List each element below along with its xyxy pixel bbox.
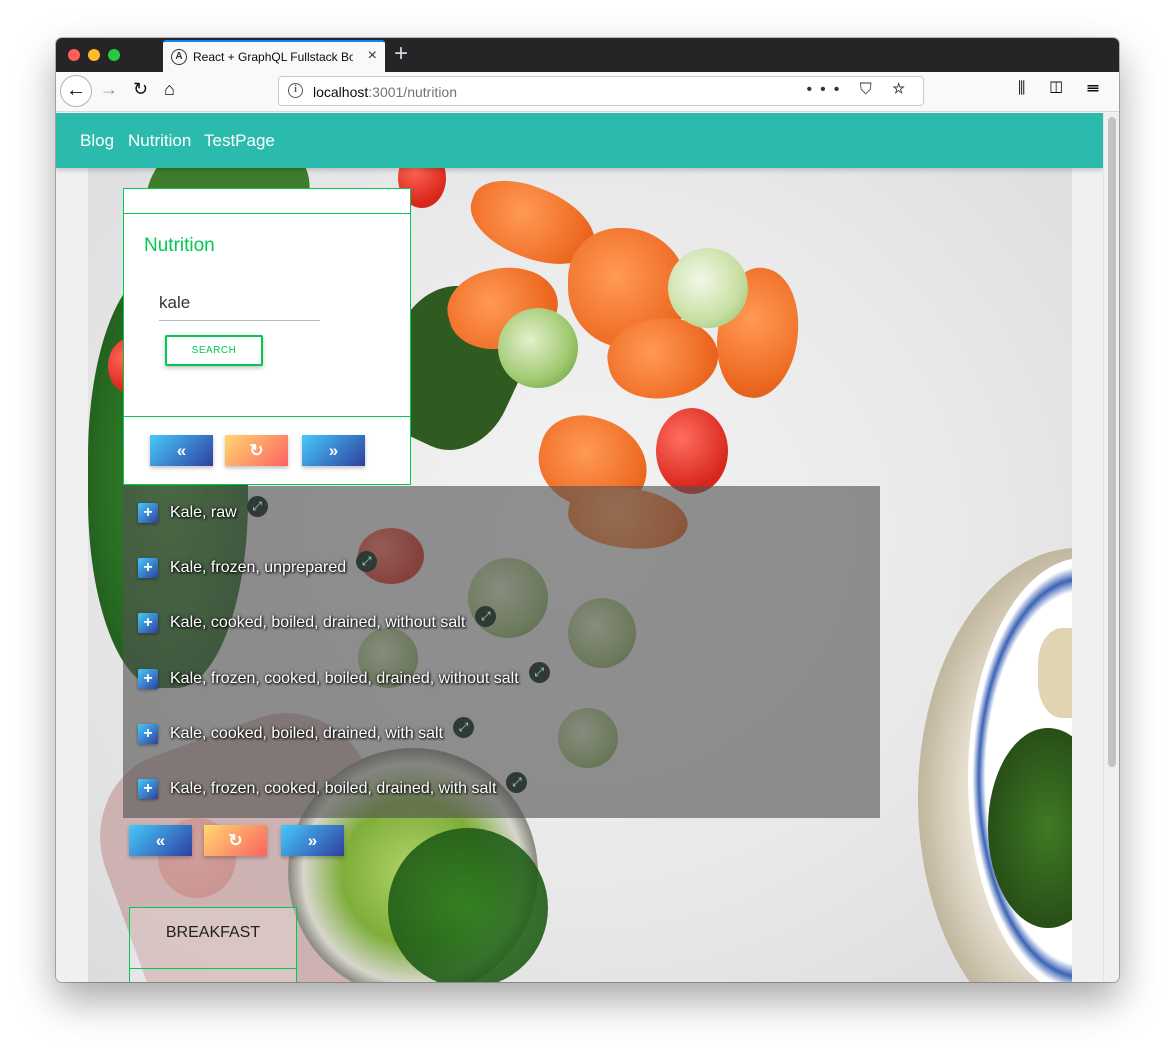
result-label[interactable]: Kale, frozen, cooked, boiled, drained, w… xyxy=(170,780,496,798)
results-prev-page-button[interactable]: « xyxy=(129,825,192,856)
favicon-icon: A xyxy=(171,49,187,65)
expand-icon[interactable]: ⤢ xyxy=(356,550,378,572)
results-list: + Kale, raw ⤢ + Kale, frozen, unprepared… xyxy=(123,486,880,818)
info-icon[interactable]: i xyxy=(288,83,303,98)
add-icon[interactable]: + xyxy=(138,669,158,689)
add-icon[interactable]: + xyxy=(138,779,158,799)
results-next-page-button[interactable]: » xyxy=(281,825,344,856)
nav-link-testpage[interactable]: TestPage xyxy=(204,131,275,151)
card-divider xyxy=(124,416,410,417)
forward-arrow-icon[interactable]: → xyxy=(100,78,118,100)
add-icon[interactable]: + xyxy=(138,503,158,523)
list-item: + Kale, raw ⤢ xyxy=(138,495,268,525)
close-tab-icon[interactable]: × xyxy=(368,48,377,64)
list-item: + Kale, frozen, cooked, boiled, drained,… xyxy=(138,771,528,801)
url-text[interactable]: localhost:3001/nutrition xyxy=(313,84,457,100)
nav-link-nutrition[interactable]: Nutrition xyxy=(128,131,191,151)
close-window-icon[interactable] xyxy=(68,49,80,61)
page-actions-icon[interactable]: ••• ⛉ ☆ xyxy=(807,81,914,99)
add-icon[interactable]: + xyxy=(138,613,158,633)
expand-icon[interactable]: ⤢ xyxy=(506,771,528,793)
search-card: Nutrition SEARCH « ↻ » xyxy=(123,188,411,485)
meal-divider xyxy=(130,968,296,969)
nav-link-blog[interactable]: Blog xyxy=(80,131,114,151)
zoom-window-icon[interactable] xyxy=(108,49,120,61)
meal-breakfast-card[interactable]: BREAKFAST xyxy=(129,907,297,982)
expand-icon[interactable]: ⤢ xyxy=(246,495,268,517)
url-path: :3001/nutrition xyxy=(368,84,457,100)
expand-icon[interactable]: ⤢ xyxy=(453,716,475,738)
page-content: Blog Nutrition TestPage Nutrition kale S… xyxy=(56,113,1103,982)
next-page-button[interactable]: » xyxy=(302,435,365,466)
result-label[interactable]: Kale, cooked, boiled, drained, without s… xyxy=(170,614,465,632)
minimize-window-icon[interactable] xyxy=(88,49,100,61)
home-icon[interactable]: ⌂ xyxy=(164,78,175,100)
results-reset-button[interactable]: ↻ xyxy=(204,825,267,856)
library-sidebar-menu-icon[interactable]: ⫼ ◫ ☰ xyxy=(1018,78,1109,100)
list-item: + Kale, frozen, unprepared ⤢ xyxy=(138,550,378,580)
result-label[interactable]: Kale, cooked, boiled, drained, with salt xyxy=(170,725,443,743)
vertical-scrollbar[interactable] xyxy=(1103,113,1119,982)
reset-button[interactable]: ↻ xyxy=(225,435,288,466)
scroll-thumb[interactable] xyxy=(1108,117,1116,767)
add-icon[interactable]: + xyxy=(138,558,158,578)
meal-label: BREAKFAST xyxy=(165,924,261,941)
tab-strip: A React + GraphQL Fullstack Boilerplate … xyxy=(56,38,1119,72)
tab-title: React + GraphQL Fullstack Boilerplate xyxy=(193,50,353,64)
result-label[interactable]: Kale, raw xyxy=(170,504,237,522)
list-item: + Kale, frozen, cooked, boiled, drained,… xyxy=(138,661,550,691)
reload-icon[interactable]: ↻ xyxy=(133,78,148,100)
prev-page-button[interactable]: « xyxy=(150,435,213,466)
card-title: Nutrition xyxy=(144,235,215,256)
list-item: + Kale, cooked, boiled, drained, with sa… xyxy=(138,716,475,746)
card-divider xyxy=(124,213,410,214)
search-input[interactable] xyxy=(159,285,320,321)
expand-icon[interactable]: ⤢ xyxy=(528,661,550,683)
browser-tab[interactable]: A React + GraphQL Fullstack Boilerplate … xyxy=(163,40,385,72)
result-label[interactable]: Kale, frozen, cooked, boiled, drained, w… xyxy=(170,670,519,688)
browser-toolbar: ← → ↻ ⌂ i localhost:3001/nutrition ••• ⛉… xyxy=(56,72,1119,112)
add-icon[interactable]: + xyxy=(138,724,158,744)
top-navbar: Blog Nutrition TestPage xyxy=(56,113,1103,168)
list-item: + Kale, cooked, boiled, drained, without… xyxy=(138,605,497,635)
browser-window: A React + GraphQL Fullstack Boilerplate … xyxy=(56,38,1119,982)
url-bar[interactable]: i localhost:3001/nutrition ••• ⛉ ☆ xyxy=(278,76,924,106)
new-tab-icon[interactable]: + xyxy=(394,41,408,67)
search-button[interactable]: SEARCH xyxy=(165,335,263,366)
url-host: localhost xyxy=(313,84,369,100)
result-label[interactable]: Kale, frozen, unprepared xyxy=(170,559,346,577)
expand-icon[interactable]: ⤢ xyxy=(475,605,497,627)
back-arrow-icon[interactable]: ← xyxy=(60,75,92,107)
